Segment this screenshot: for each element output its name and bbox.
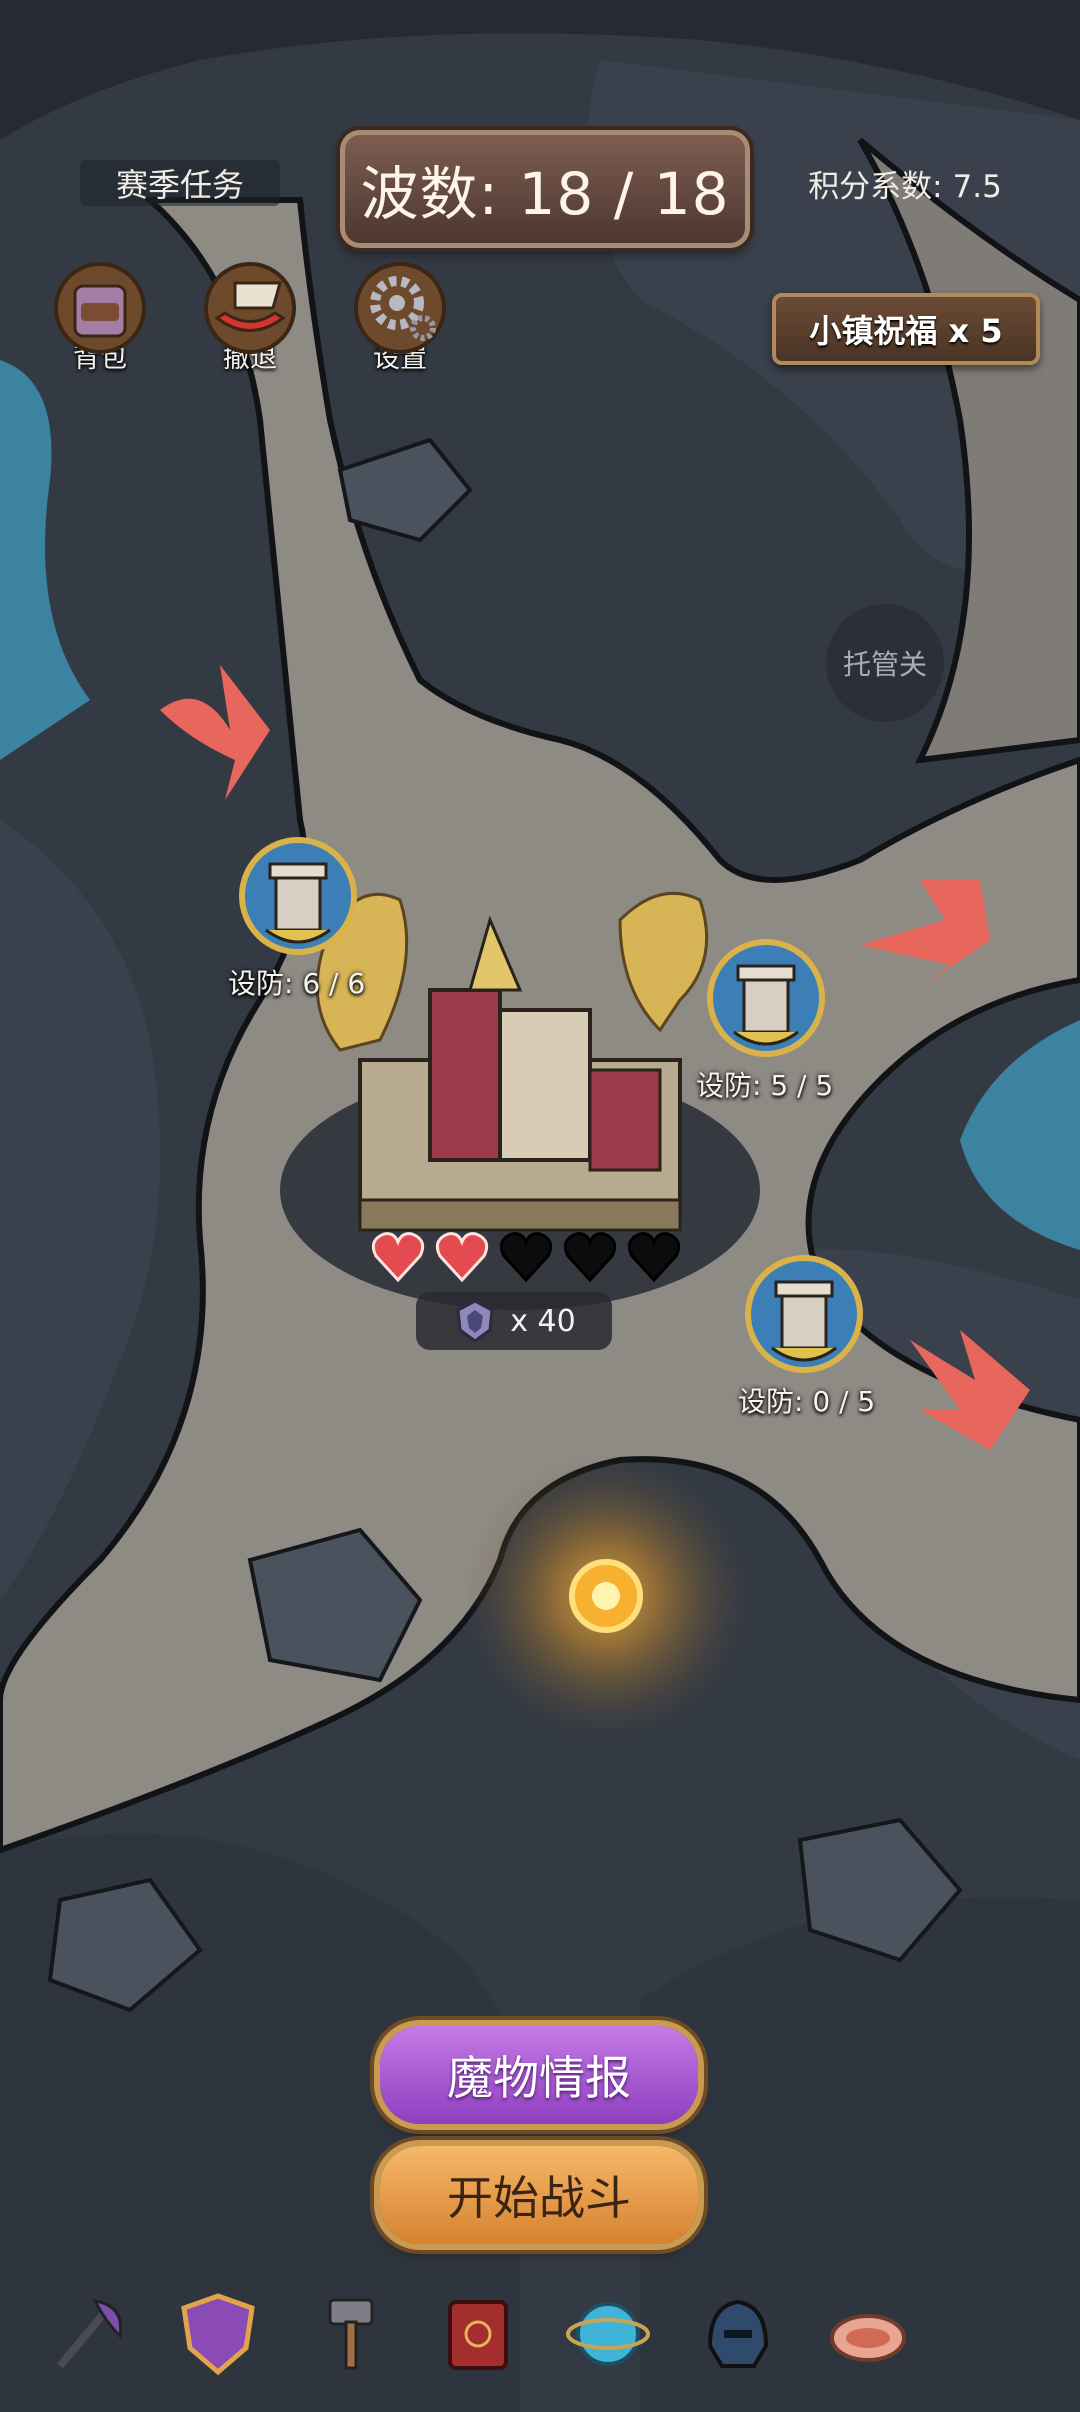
tower-defense-label: 设防: 0 / 5 [738, 1385, 876, 1418]
monster-info-label: 魔物情报 [447, 2051, 631, 2105]
retreat-button[interactable]: 撤退 [185, 258, 315, 388]
wave-counter-text: 波数: 18 / 18 [360, 160, 730, 228]
heart-full-icon [371, 1232, 425, 1283]
hammer-icon[interactable] [300, 2286, 396, 2382]
heart-empty-icon [563, 1232, 617, 1283]
heart-full-icon [435, 1232, 489, 1283]
tower-defense-label: 设防: 6 / 6 [228, 967, 366, 1000]
gear-icon [345, 258, 455, 358]
tower-slot-northwest[interactable] [236, 834, 360, 958]
meat-icon[interactable] [820, 2286, 916, 2382]
bag-button[interactable]: 背包 [35, 258, 165, 388]
orb-icon[interactable] [560, 2286, 656, 2382]
spellbook-icon[interactable] [430, 2286, 526, 2382]
base-lives [371, 1232, 681, 1283]
tower-defense-label: 设防: 5 / 5 [696, 1069, 834, 1102]
tower-icon [239, 837, 357, 955]
game-screen: 赛季任务 波数: 18 / 18 积分系数: 7.5 背包 撤退 设置 小镇祝福… [0, 0, 1080, 2412]
rank-crest-icon [456, 1299, 494, 1343]
axe-icon[interactable] [40, 2286, 136, 2382]
town-blessing-badge[interactable]: 小镇祝福 x 5 [772, 293, 1040, 365]
heart-empty-icon [627, 1232, 681, 1283]
heart-empty-icon [499, 1232, 553, 1283]
retreat-flag-icon [195, 258, 305, 358]
season-task-button[interactable]: 赛季任务 [80, 160, 280, 206]
reward-badge: x 40 [416, 1292, 612, 1350]
wave-counter: 波数: 18 / 18 [340, 130, 750, 248]
start-battle-button[interactable]: 开始战斗 [380, 2146, 698, 2244]
reward-count: x 40 [510, 1303, 576, 1339]
backpack-icon [45, 258, 155, 358]
tower-icon [745, 1255, 863, 1373]
auto-play-toggle[interactable]: 托管关 [826, 604, 944, 722]
shield-icon[interactable] [170, 2286, 266, 2382]
tower-slot-southeast[interactable] [742, 1252, 866, 1376]
monster-info-button[interactable]: 魔物情报 [380, 2026, 698, 2124]
start-battle-label: 开始战斗 [447, 2171, 631, 2225]
item-hotbar [40, 2286, 920, 2386]
town-blessing-text: 小镇祝福 x 5 [809, 312, 1003, 350]
settings-button[interactable]: 设置 [335, 258, 465, 388]
helmet-icon[interactable] [690, 2286, 786, 2382]
score-factor: 积分系数: 7.5 [808, 168, 1002, 205]
tower-slot-east[interactable] [704, 936, 828, 1060]
tower-icon [707, 939, 825, 1057]
